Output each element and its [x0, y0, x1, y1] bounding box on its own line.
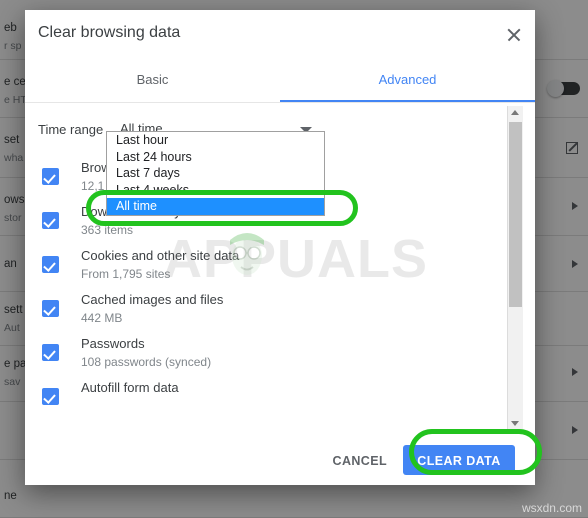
list-item-detail: 108 passwords (synced): [81, 355, 212, 369]
tab-basic[interactable]: Basic: [25, 62, 280, 102]
list-item[interactable]: Passwords 108 passwords (synced): [38, 334, 508, 378]
time-range-dropdown-list[interactable]: Last hour Last 24 hours Last 7 days Last…: [106, 131, 325, 216]
list-item-detail: 363 items: [81, 223, 134, 237]
time-range-label: Time range: [38, 122, 104, 137]
dialog-scrollbar[interactable]: [507, 106, 523, 430]
scroll-down-arrow-icon[interactable]: [508, 417, 523, 430]
dialog-title: Clear browsing data: [38, 24, 181, 41]
site-credit-text: wsxdn.com: [521, 501, 582, 515]
clear-data-button[interactable]: CLEAR DATA: [403, 445, 515, 475]
clear-browsing-data-dialog: Clear browsing data Basic Advanced Time …: [25, 10, 535, 485]
checkbox-passwords[interactable]: [42, 344, 59, 361]
list-item-label: Cookies and other site data: [81, 248, 240, 263]
dropdown-option-all-time[interactable]: All time: [107, 198, 324, 215]
close-icon[interactable]: [503, 24, 525, 46]
tab-advanced[interactable]: Advanced: [280, 62, 535, 102]
checkbox-autofill[interactable]: [42, 388, 59, 405]
cancel-button[interactable]: CANCEL: [325, 447, 395, 475]
scrollbar-thumb[interactable]: [509, 122, 522, 307]
scroll-up-arrow-icon[interactable]: [508, 106, 523, 119]
list-item-detail: 12,1: [81, 179, 105, 193]
checkbox-browsing-history[interactable]: [42, 168, 59, 185]
checkbox-download-history[interactable]: [42, 212, 59, 229]
list-item-label: Cached images and files: [81, 292, 224, 307]
dropdown-option-last-7-days[interactable]: Last 7 days: [107, 165, 324, 182]
dropdown-option-last-24-hours[interactable]: Last 24 hours: [107, 149, 324, 166]
list-item[interactable]: Cached images and files 442 MB: [38, 290, 508, 334]
dialog-footer: CANCEL CLEAR DATA: [25, 433, 535, 485]
list-item-label: Passwords: [81, 336, 145, 351]
dialog-tabs: Basic Advanced: [25, 62, 535, 103]
checkbox-cached-images[interactable]: [42, 300, 59, 317]
list-item-detail: From 1,795 sites: [81, 267, 171, 281]
checkbox-cookies[interactable]: [42, 256, 59, 273]
list-item-detail: 442 MB: [81, 311, 123, 325]
dropdown-option-last-4-weeks[interactable]: Last 4 weeks: [107, 182, 324, 199]
list-item[interactable]: Autofill form data: [38, 378, 508, 422]
list-item-label: Autofill form data: [81, 380, 179, 395]
list-item[interactable]: Cookies and other site data From 1,795 s…: [38, 246, 508, 290]
dropdown-option-last-hour[interactable]: Last hour: [107, 132, 324, 149]
